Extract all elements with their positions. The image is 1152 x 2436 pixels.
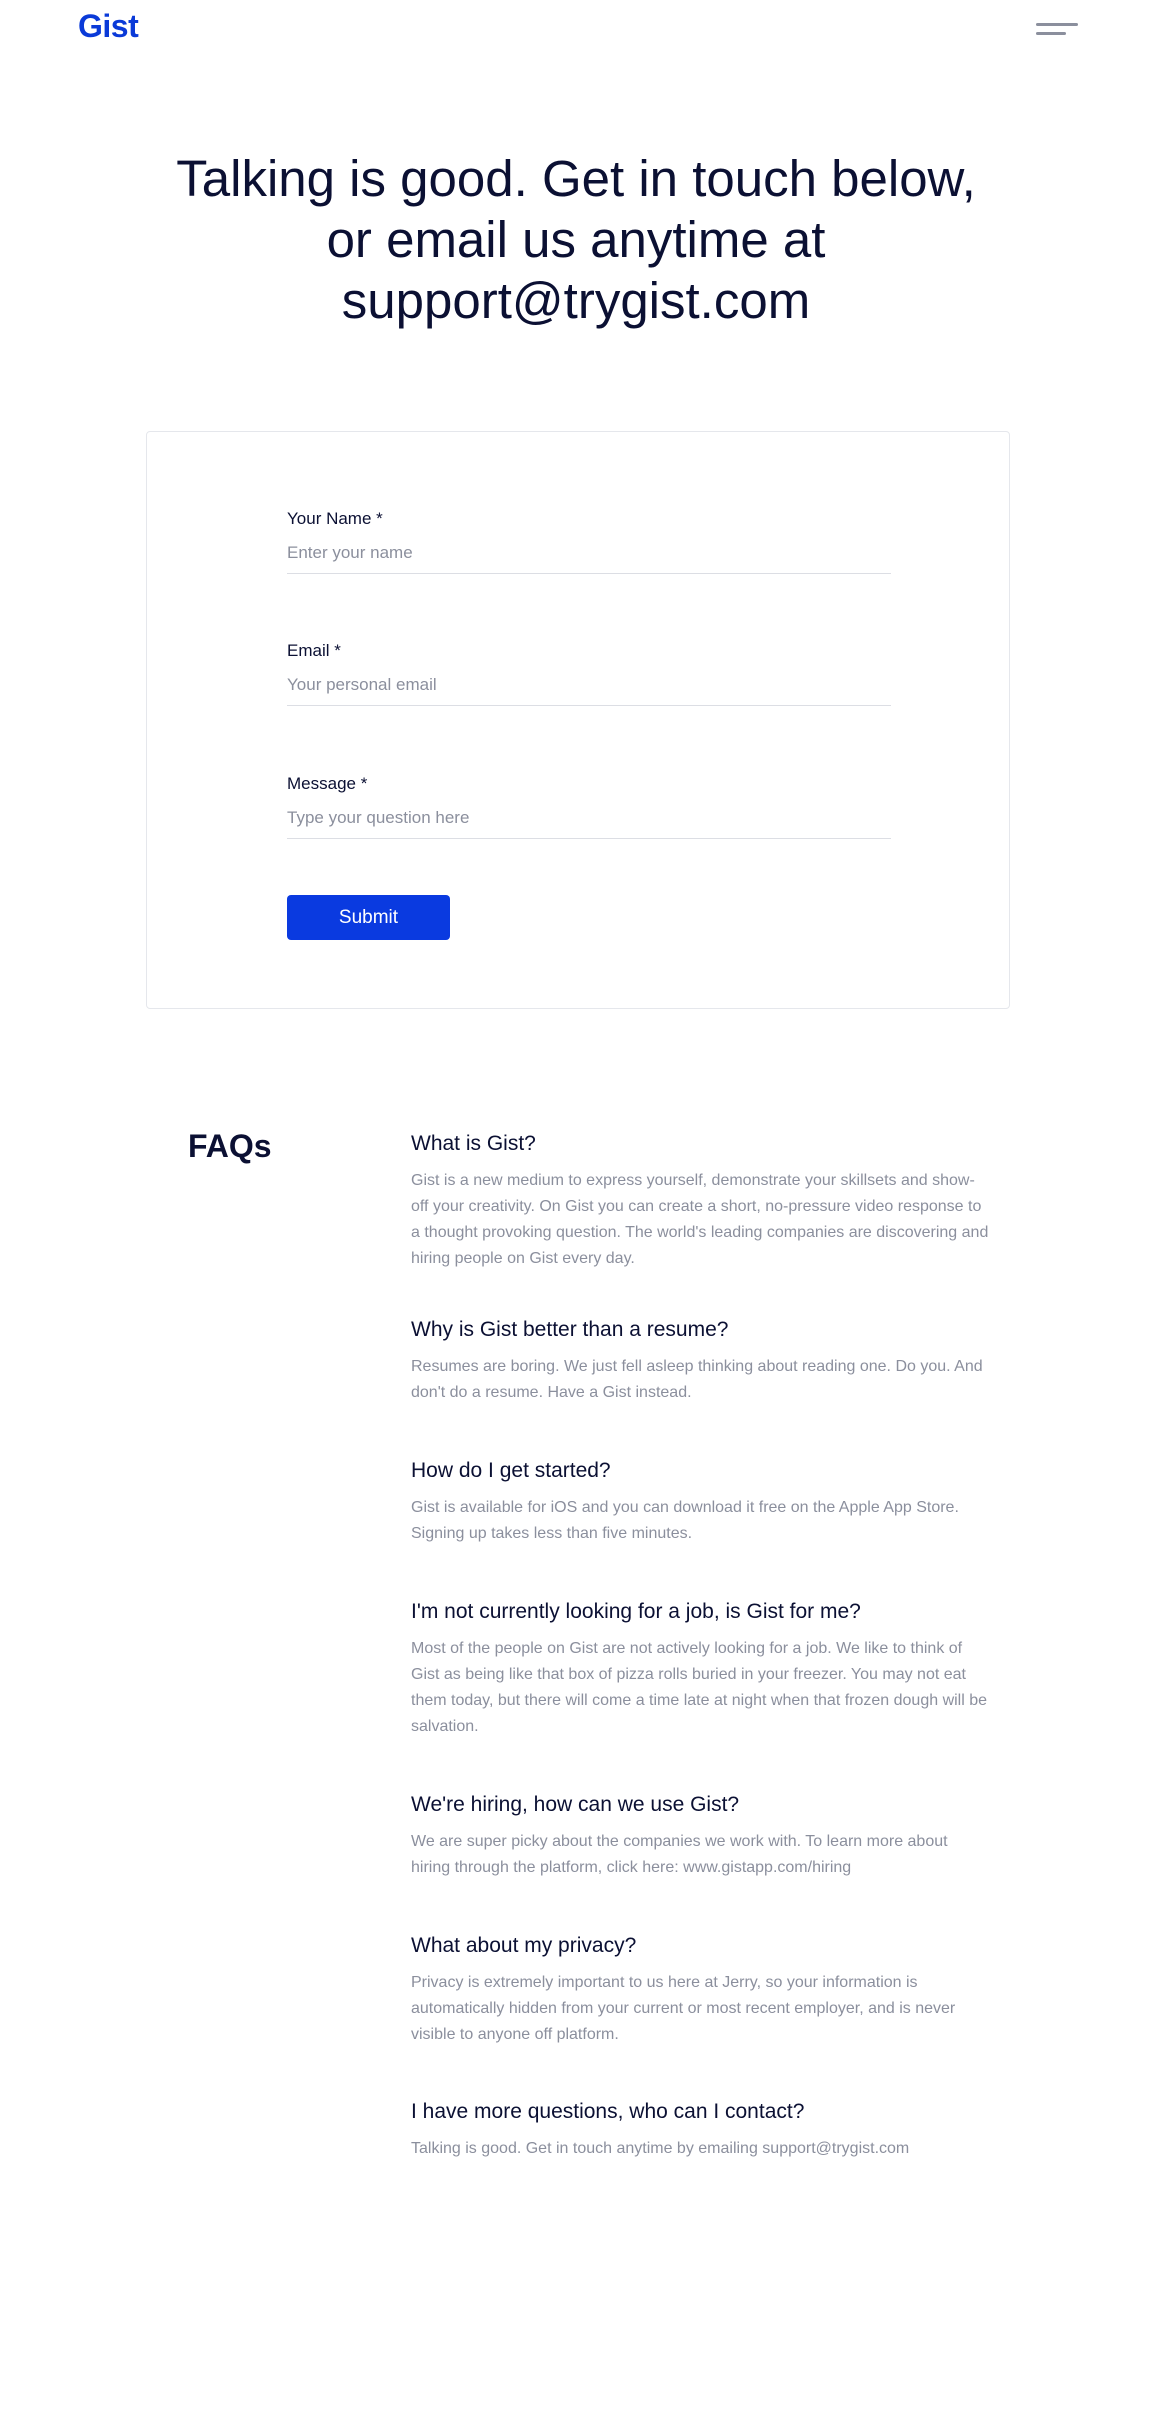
faq-answer: Gist is a new medium to express yourself… [411, 1172, 989, 1267]
message-label: Message * [287, 774, 368, 793]
faq-question: I have more questions, who can I contact… [411, 2100, 805, 2123]
name-input[interactable] [287, 543, 891, 574]
message-field-group: Message * [287, 774, 891, 839]
faq-answer: Talking is good. Get in touch anytime by… [411, 2140, 910, 2157]
faq-question: What about my privacy? [411, 1934, 637, 1957]
name-label: Your Name * [287, 509, 383, 528]
faq-item: How do I get started? Gist is available … [411, 1457, 991, 1547]
gist-logo[interactable]: Gist [78, 8, 139, 45]
faq-answer: Most of the people on Gist are not activ… [411, 1640, 988, 1735]
faq-item: What is Gist? Gist is a new medium to ex… [411, 1130, 991, 1272]
faq-question: What is Gist? [411, 1132, 536, 1155]
hamburger-menu-icon[interactable] [1036, 18, 1080, 42]
submit-button[interactable]: Submit [287, 895, 450, 940]
email-field-group: Email * [287, 641, 891, 706]
faq-answer: Gist is available for iOS and you can do… [411, 1499, 959, 1542]
faq-answer: Resumes are boring. We just fell asleep … [411, 1358, 983, 1401]
faq-answer: We are super picky about the companies w… [411, 1833, 948, 1876]
faq-item: Why is Gist better than a resume? Resume… [411, 1316, 991, 1406]
faq-item: I'm not currently looking for a job, is … [411, 1598, 991, 1740]
faq-question: How do I get started? [411, 1459, 611, 1482]
email-input[interactable] [287, 675, 891, 706]
faq-item: I have more questions, who can I contact… [411, 2098, 991, 2162]
faq-question: Why is Gist better than a resume? [411, 1318, 729, 1341]
name-field-group: Your Name * [287, 509, 891, 574]
menu-bar-top [1036, 23, 1078, 26]
faq-question: I'm not currently looking for a job, is … [411, 1600, 861, 1623]
faq-item: We're hiring, how can we use Gist? We ar… [411, 1791, 991, 1881]
message-input[interactable] [287, 808, 891, 839]
hero-heading: Talking is good. Get in touch below, or … [176, 150, 976, 329]
menu-bar-bottom [1036, 32, 1066, 35]
faq-question: We're hiring, how can we use Gist? [411, 1793, 740, 1816]
faq-answer: Privacy is extremely important to us her… [411, 1974, 956, 2043]
contact-form: Your Name * Email * Message * Submit [146, 431, 1010, 1009]
faq-heading: FAQs [188, 1128, 272, 1164]
email-label: Email * [287, 641, 341, 660]
faq-item: What about my privacy? Privacy is extrem… [411, 1932, 991, 2048]
